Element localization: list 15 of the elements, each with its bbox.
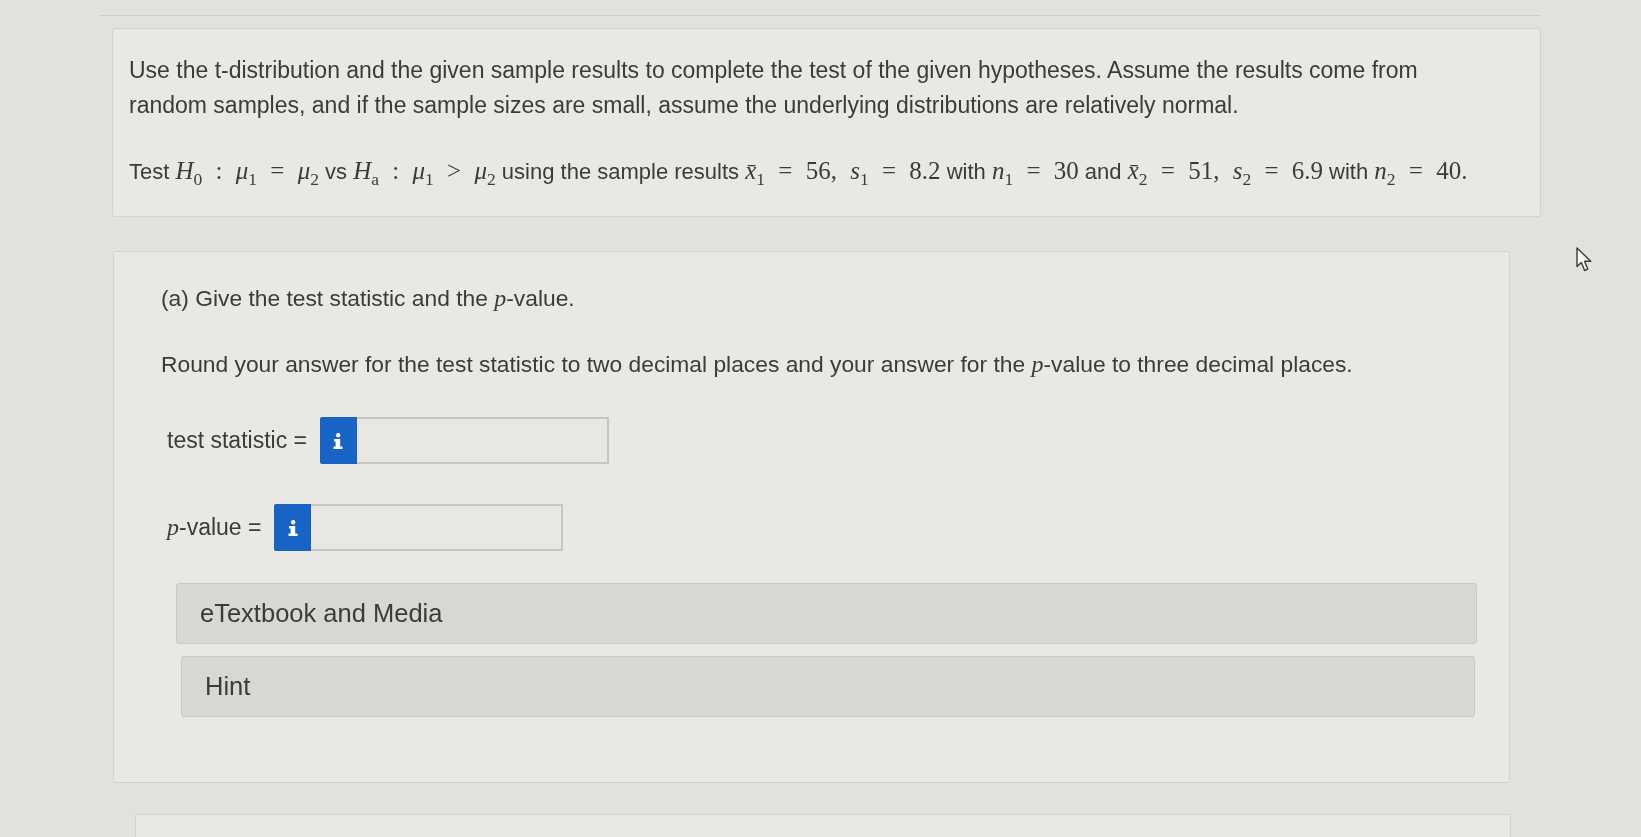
pointer-icon: [1576, 247, 1593, 272]
instructions-text: Use the t-distribution and the given sample results to complete the test of the given hypotheses. Assume the results come from random samples, and if the sample sizes are small, assume the underlying distributions are relatively normal.: [129, 56, 1419, 120]
hypothesis-statement: Test H$_{0}$ : μ$_{1}$ = μ$_{2}$ vs H$_{a}$ : μ$_{1}$ > μ$_{2}$ using the sample results x̄$_{1}$ = 56, s$_{1}$ = 8.2 with n$_{1}$ = 30 and x̄$_{2}$ = 51, s$_{2}$ = 6.9 with n$_{2}$ = 40.: [129, 156, 1469, 190]
part-prompt: (a) Give the test statistic and the p-value.: [161, 284, 576, 313]
rounding-instructions: Round your answer for the test statistic to two decimal places and your answer for the p-value to three decimal places.: [161, 350, 1354, 379]
section-toggle[interactable]: eTextbook and Media: [176, 583, 1477, 644]
answer-label: test statistic =: [166, 427, 307, 454]
answer-field[interactable]: [356, 417, 609, 464]
section-toggle[interactable]: Hint: [181, 656, 1475, 717]
info-icon: [287, 519, 298, 536]
answer-field[interactable]: [311, 504, 564, 551]
info-button[interactable]: [274, 504, 312, 551]
info-icon: [333, 432, 344, 449]
info-button[interactable]: [319, 417, 357, 464]
answer-label: p-value =: [164, 514, 262, 541]
